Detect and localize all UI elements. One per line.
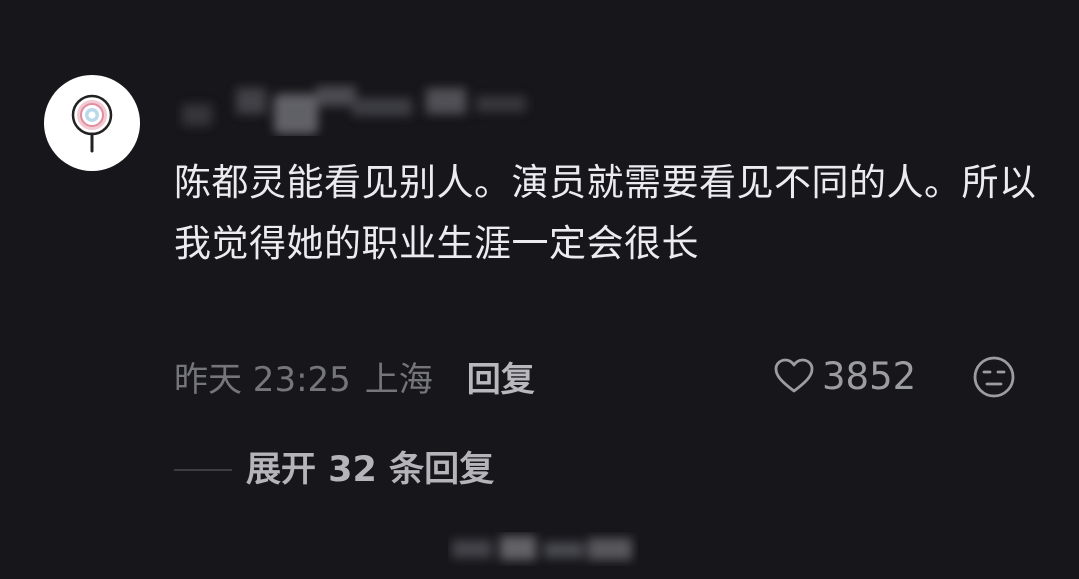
neutral-face-icon <box>973 356 1015 398</box>
avatar[interactable] <box>44 75 140 171</box>
lollipop-icon <box>71 94 113 153</box>
comment-time: 昨天 23:25 <box>174 359 351 400</box>
username-redacted <box>176 80 536 136</box>
like-count: 3852 <box>822 354 917 398</box>
watermark-redacted <box>448 532 638 566</box>
expand-replies-button[interactable]: 展开 32 条回复 <box>246 446 494 494</box>
comment-location: 上海 <box>364 359 433 400</box>
divider <box>174 469 232 471</box>
comment-text: 陈都灵能看见别人。演员就需要看见不同的人。所以我觉得她的职业生涯一定会很长 <box>174 161 1037 265</box>
comment-meta: 昨天 23:25 上海 回复 <box>174 352 535 400</box>
reaction-button[interactable] <box>972 355 1016 399</box>
reply-button[interactable]: 回复 <box>467 352 535 401</box>
heart-outline-icon <box>774 358 814 393</box>
like-button[interactable]: 3852 <box>774 352 916 400</box>
